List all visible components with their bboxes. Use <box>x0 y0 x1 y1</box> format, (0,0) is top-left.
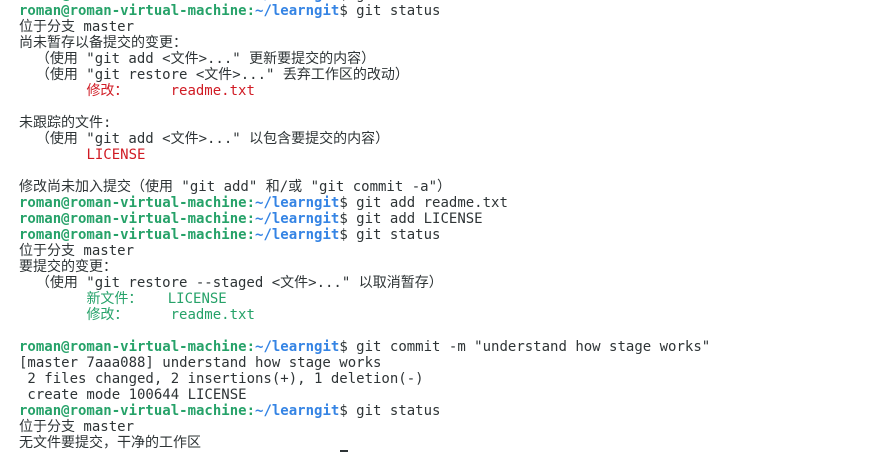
prompt-sigil: $ <box>339 403 357 419</box>
prompt-line: roman@roman-virtual-machine:~/learngit$ … <box>19 227 710 243</box>
output-text: （使用 "git add <文件>..." 以包含要提交的内容） <box>19 131 390 147</box>
output-line: （使用 "git add <文件>..." 以包含要提交的内容） <box>19 131 710 147</box>
output-line: 未跟踪的文件: <box>19 115 710 131</box>
prompt-separator: : <box>246 403 256 419</box>
output-line: create mode 100644 LICENSE <box>19 387 710 403</box>
output-text: 无文件要提交，干净的工作区 <box>19 435 201 451</box>
prompt-user-host: roman@roman-virtual-machine <box>19 3 247 19</box>
output-line: （使用 "git restore <文件>..." 丢弃工作区的改动） <box>19 67 710 83</box>
output-line: 无文件要提交，干净的工作区 <box>19 435 710 451</box>
prompt-path: ~/learngit <box>255 3 340 19</box>
output-line: 位于分支 master <box>19 419 710 435</box>
output-text: 未跟踪的文件: <box>19 115 112 131</box>
prompt-sigil: $ <box>339 227 357 243</box>
output-line: 修改尚未加入提交（使用 "git add" 和/或 "git commit -a… <box>19 179 710 195</box>
output-line: 位于分支 master <box>19 243 710 259</box>
prompt-separator: : <box>246 3 256 19</box>
output-line: 修改： readme.txt <box>19 307 710 323</box>
prompt-sigil: $ <box>339 339 357 355</box>
prompt-line: roman@roman-virtual-machine:~/learngit$ … <box>19 339 710 355</box>
unstaged-file: 修改： readme.txt <box>19 83 255 99</box>
output-text: 要提交的变更： <box>19 259 117 275</box>
staged-file: 修改： readme.txt <box>19 307 255 323</box>
output-line: （使用 "git restore --staged <文件>..." 以取消暂存… <box>19 275 710 291</box>
output-line: LICENSE <box>19 147 710 163</box>
prompt-line: roman@roman-virtual-machine:~/learngit$ … <box>19 211 710 227</box>
prompt-sigil: $ <box>339 3 357 19</box>
prompt-path: ~/learngit <box>255 339 340 355</box>
output-text: 修改尚未加入提交（使用 "git add" 和/或 "git commit -a… <box>19 179 452 195</box>
prompt-user-host: roman@roman-virtual-machine <box>19 211 247 227</box>
output-text: （使用 "git restore <文件>..." 丢弃工作区的改动） <box>19 67 409 83</box>
output-line: 2 files changed, 2 insertions(+), 1 dele… <box>19 371 710 387</box>
output-line: 位于分支 master <box>19 19 710 35</box>
staged-file: 新文件： LICENSE <box>19 291 227 307</box>
prompt-line: roman@roman-virtual-machine:~/learngit$ … <box>19 3 710 19</box>
prompt-separator: : <box>246 195 256 211</box>
prompt-line: roman@roman-virtual-machine:~/learngit$ … <box>19 195 710 211</box>
output-line: 要提交的变更： <box>19 259 710 275</box>
command-text: git status <box>356 227 441 243</box>
output-text: 位于分支 master <box>19 19 135 35</box>
prompt-separator: : <box>246 339 256 355</box>
prompt-path: ~/learngit <box>255 211 340 227</box>
command-text: git status <box>356 3 441 19</box>
command-text: git add LICENSE <box>356 211 483 227</box>
prompt-user-host: roman@roman-virtual-machine <box>19 339 247 355</box>
command-text: git commit -m "understand how stage work… <box>356 339 711 355</box>
output-line: 尚未暂存以备提交的变更： <box>19 35 710 51</box>
command-text: git status <box>356 403 441 419</box>
prompt-path: ~/learngit <box>255 227 340 243</box>
prompt-separator: : <box>246 227 256 243</box>
output-line: [master 7aaa088] understand how stage wo… <box>19 355 710 371</box>
output-text: create mode 100644 LICENSE <box>19 387 247 403</box>
terminal-window[interactable]: roman@roman-virtual-machine:~/learngit$ … <box>0 0 876 452</box>
output-text: （使用 "git restore --staged <文件>..." 以取消暂存… <box>19 275 443 291</box>
output-text: 位于分支 master <box>19 419 135 435</box>
output-text: 位于分支 master <box>19 243 135 259</box>
prompt-sigil: $ <box>339 211 357 227</box>
prompt-user-host: roman@roman-virtual-machine <box>19 195 247 211</box>
prompt-line: roman@roman-virtual-machine:~/learngit$ … <box>19 403 710 419</box>
prompt-user-host: roman@roman-virtual-machine <box>19 403 247 419</box>
output-text: [master 7aaa088] understand how stage wo… <box>19 355 382 371</box>
output-line: 修改： readme.txt <box>19 83 710 99</box>
prompt-path: ~/learngit <box>255 195 340 211</box>
command-text: git add readme.txt <box>356 195 508 211</box>
output-text: 尚未暂存以备提交的变更： <box>19 35 187 51</box>
output-text: 2 files changed, 2 insertions(+), 1 dele… <box>19 371 424 387</box>
prompt-path: ~/learngit <box>255 403 340 419</box>
prompt-sigil: $ <box>339 195 357 211</box>
terminal-output: roman@roman-virtual-machine:~/learngit$ … <box>19 0 710 451</box>
unstaged-file: LICENSE <box>19 147 146 163</box>
output-line: 新文件： LICENSE <box>19 291 710 307</box>
output-line: （使用 "git add <文件>..." 更新要提交的内容） <box>19 51 710 67</box>
output-text: （使用 "git add <文件>..." 更新要提交的内容） <box>19 51 376 67</box>
prompt-user-host: roman@roman-virtual-machine <box>19 227 247 243</box>
prompt-separator: : <box>246 211 256 227</box>
